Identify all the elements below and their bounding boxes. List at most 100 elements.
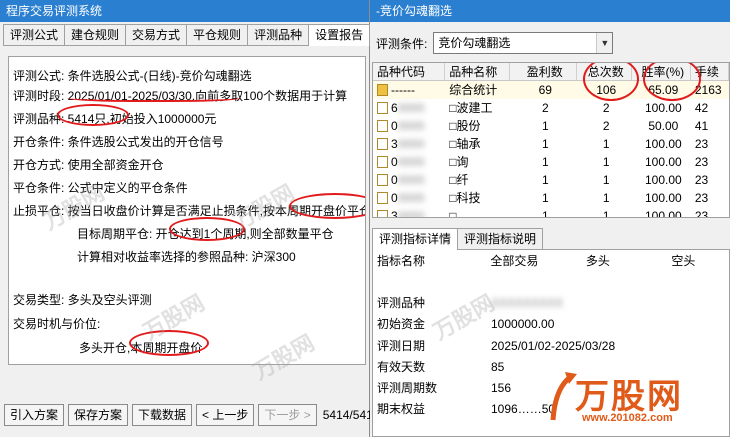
report-line-close-condition: 平仓条件: 公式中定义的平仓条件 [13, 181, 188, 195]
file-icon [377, 210, 388, 217]
tab-report-settings[interactable]: 设置报告 [308, 24, 371, 46]
file-icon [377, 156, 388, 168]
row-rate: 50.00 [648, 119, 679, 133]
row-rate: 100.00 [644, 101, 682, 115]
metric-name: 评测周期数 [377, 380, 438, 395]
report-line-open-condition: 开仓条件: 条件选股公式发出的开仓信号 [13, 135, 224, 149]
metric-value: 1000000.00 [491, 317, 555, 332]
row-total: 2 [602, 119, 610, 133]
metric-value-redacted: XXXXXXXXX [491, 296, 564, 311]
col-header-code[interactable]: 品种代码 [373, 63, 446, 80]
report-line-trade-type: 交易类型: 多头及空头评测 [13, 293, 152, 307]
tab-instruments[interactable]: 评测品种 [247, 24, 310, 45]
list-item: 期末权益 1096……50 [373, 399, 729, 420]
tab-metric-help[interactable]: 评测指标说明 [457, 228, 544, 249]
folder-icon [377, 84, 388, 96]
row-total: 1 [602, 191, 610, 205]
row-name: □询 [449, 155, 469, 169]
row-name: □科技 [449, 191, 481, 205]
result-grid: 品种代码 品种名称 盈利数 总次数 胜率(%) 手续 ------ 综合统计 6… [372, 62, 730, 218]
row-total: 1 [602, 137, 610, 151]
wizard-button-bar: 引入方案 保存方案 下载数据 < 上一步 下一步 > 5414/541 [4, 404, 373, 426]
import-plan-button[interactable]: 引入方案 [4, 404, 65, 426]
metric-value: 2025/01/02-2025/03/28 [491, 338, 616, 353]
row-profit: 2 [541, 101, 549, 115]
row-fee: 41 [694, 119, 709, 133]
metric-name: 评测品种 [377, 296, 426, 311]
col-header-rate[interactable]: 胜率(%) [632, 63, 691, 80]
row-fee: 23 [694, 209, 709, 218]
previous-step-button[interactable]: < 上一步 [196, 404, 255, 426]
tab-metric-details[interactable]: 评测指标详情 [372, 228, 459, 250]
report-line-long-open: 多头开仓,本周期开盘价 [79, 341, 203, 355]
table-row[interactable]: 00000 □纤 1 1 100.00 23 [373, 171, 729, 189]
config-tabs: 评测公式 建仓规则 交易方式 平仓规则 评测品种 设置报告 [3, 24, 371, 46]
row-code: 0 [391, 155, 398, 169]
tab-formula[interactable]: 评测公式 [3, 24, 66, 45]
row-total: 2 [602, 101, 610, 115]
metric-detail-header: 指标名称 全部交易 多头 空头 [373, 250, 729, 272]
list-item: 评测周期数 156 [373, 378, 729, 399]
row-code: 0 [391, 173, 398, 187]
file-icon [377, 102, 388, 114]
detail-header-short: 空头 [671, 254, 696, 268]
row-rate: 100.00 [644, 209, 682, 218]
file-icon [377, 138, 388, 150]
metric-value: 85 [491, 359, 505, 374]
file-icon [377, 120, 388, 132]
row-name: □股份 [449, 119, 481, 133]
table-row[interactable]: ------ 综合统计 69 106 65.09 2163 [373, 81, 729, 99]
row-rate: 100.00 [644, 137, 682, 151]
row-profit: 1 [541, 119, 549, 133]
criteria-label: 评测条件: [376, 36, 428, 51]
metric-name: 有效天数 [377, 359, 426, 374]
table-row[interactable]: 30000 □ 1 1 100.00 23 [373, 207, 729, 218]
file-icon [377, 192, 388, 204]
tab-close-rules[interactable]: 平仓规则 [186, 24, 249, 45]
left-window-title: 程序交易评测系统 [0, 0, 369, 22]
detail-header-name: 指标名称 [377, 254, 426, 268]
row-name: □ [449, 209, 457, 218]
tab-trade-mode[interactable]: 交易方式 [125, 24, 188, 45]
row-name: □轴承 [449, 137, 481, 151]
table-row[interactable]: 60000 □波建工 2 2 100.00 42 [373, 99, 729, 117]
download-data-button[interactable]: 下载数据 [132, 404, 193, 426]
col-header-profit[interactable]: 盈利数 [510, 63, 577, 80]
chevron-down-icon[interactable]: ▼ [596, 33, 613, 53]
metric-detail-panel: 指标名称 全部交易 多头 空头 评测品种 XXXXXXXXX 初始资金 1000… [372, 250, 730, 437]
row-code: 6 [391, 101, 398, 115]
row-total: 1 [602, 173, 610, 187]
report-line-instruments: 评测品种: 5414只,初始投入1000000元 [13, 112, 217, 126]
report-line-formula: 评测公式: 条件选股公式-(日线)-竞价勾魂翻选 [13, 69, 252, 83]
table-row[interactable]: 00000 □股份 1 2 50.00 41 [373, 117, 729, 135]
row-name: □波建工 [449, 101, 493, 115]
row-rate: 100.00 [644, 155, 682, 169]
detail-header-all: 全部交易 [490, 254, 539, 268]
report-line-open-method: 开仓方式: 使用全部资金开仓 [13, 158, 164, 172]
table-row[interactable]: 30000 □轴承 1 1 100.00 23 [373, 135, 729, 153]
report-summary-panel: 评测公式: 条件选股公式-(日线)-竞价勾魂翻选 评测时段: 2025/01/0… [8, 56, 366, 365]
row-fee: 23 [694, 191, 709, 205]
col-header-name[interactable]: 品种名称 [445, 63, 510, 80]
file-icon [377, 174, 388, 186]
tab-open-rules[interactable]: 建仓规则 [64, 24, 127, 45]
row-fee: 23 [694, 137, 709, 151]
list-item: 初始资金 1000000.00 [373, 314, 729, 335]
detail-header-long: 多头 [585, 254, 610, 268]
report-line-benchmark: 计算相对收益率选择的参照品种: 沪深300 [77, 250, 296, 264]
next-step-button[interactable]: 下一步 > [258, 404, 317, 426]
save-plan-button[interactable]: 保存方案 [68, 404, 129, 426]
row-fee: 23 [694, 173, 709, 187]
table-row[interactable]: 00000 □询 1 1 100.00 23 [373, 153, 729, 171]
row-rate: 100.00 [644, 191, 682, 205]
row-code: 0 [391, 119, 398, 133]
metric-name: 评测日期 [377, 338, 426, 353]
progress-count: 5414/541 [322, 408, 373, 422]
row-total: 1 [602, 209, 610, 218]
col-header-fee[interactable]: 手续 [691, 63, 729, 80]
table-row[interactable]: 00000 □科技 1 1 100.00 23 [373, 189, 729, 207]
col-header-total[interactable]: 总次数 [577, 63, 632, 80]
criteria-select[interactable]: 竞价勾魂翻选 ▼ [433, 32, 614, 54]
list-item [373, 272, 729, 293]
result-grid-header: 品种代码 品种名称 盈利数 总次数 胜率(%) 手续 [373, 63, 729, 81]
